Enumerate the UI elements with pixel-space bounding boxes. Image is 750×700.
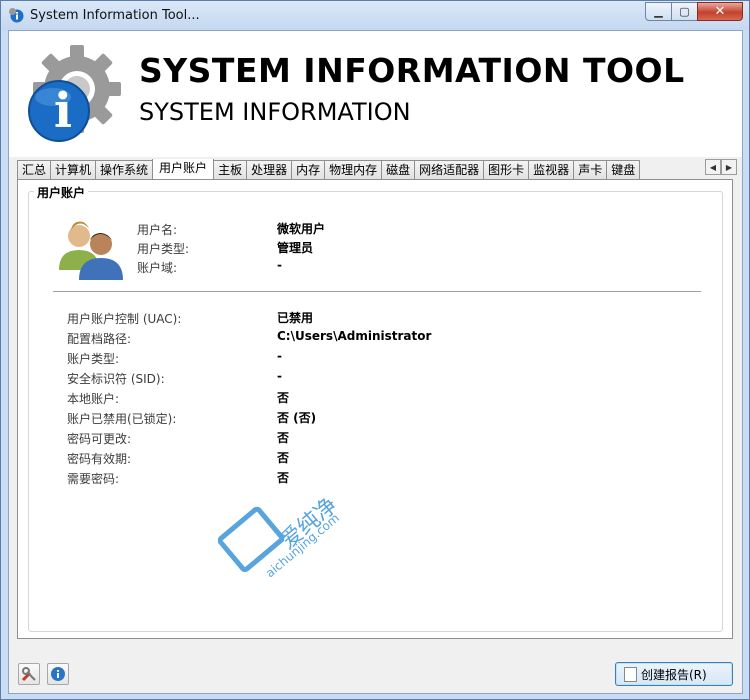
property-value: - bbox=[277, 349, 282, 363]
wrench-screwdriver-icon bbox=[21, 667, 36, 682]
tab-3[interactable]: 用户账户 bbox=[152, 159, 215, 179]
group-title: 用户账户 bbox=[34, 184, 89, 201]
about-button[interactable] bbox=[47, 663, 69, 685]
tab-6[interactable]: 内存 bbox=[291, 160, 326, 179]
property-value: 否 bbox=[277, 391, 290, 405]
tab-12[interactable]: 声卡 bbox=[573, 160, 608, 179]
create-report-button[interactable]: 创建报告(R) bbox=[615, 662, 733, 686]
property-label: 密码可更改: bbox=[67, 432, 132, 446]
tab-11[interactable]: 监视器 bbox=[528, 160, 575, 179]
property-label: 密码有效期: bbox=[67, 452, 132, 466]
tab-strip: 汇总 计算机 操作系统 用户账户 主板 处理器 内存 物理内存 磁盘 网络适配器 图形卡 监视器 声卡键… bbox=[17, 159, 707, 179]
tab-8[interactable]: 磁盘 bbox=[381, 160, 416, 179]
app-subtitle: SYSTEM INFORMATION bbox=[139, 98, 411, 126]
property-label: 需要密码: bbox=[67, 472, 120, 486]
window-title: System Information Tool... bbox=[30, 8, 200, 23]
client-area: i SYSTEM INFORMATION TOOL SYSTEM INFORMA… bbox=[8, 30, 743, 694]
minimize-button[interactable]: ▁ bbox=[645, 2, 672, 21]
property-value: 已禁用 bbox=[277, 311, 314, 325]
property-label: 本地账户: bbox=[67, 392, 120, 406]
property-value: - bbox=[277, 369, 282, 383]
caption-buttons: ▁ ▢ ✕ bbox=[645, 2, 743, 21]
tab-scroll-buttons: ◀ ▶ bbox=[705, 159, 737, 175]
tab-scroll-left-icon[interactable]: ◀ bbox=[705, 159, 721, 175]
tab-0[interactable]: 汇总 bbox=[17, 160, 52, 179]
info-icon bbox=[51, 667, 65, 681]
tab-4[interactable]: 主板 bbox=[213, 160, 248, 179]
tools-button[interactable] bbox=[18, 663, 40, 685]
create-report-label: 创建报告(R) bbox=[641, 667, 707, 682]
app-info-icon bbox=[9, 8, 24, 23]
property-label: 配置档路径: bbox=[67, 332, 132, 346]
property-value: 微软用户 bbox=[277, 222, 326, 236]
app-window: System Information Tool... ▁ ▢ ✕ i SYSTE… bbox=[0, 0, 750, 700]
property-value: C:\Users\Administrator bbox=[277, 329, 432, 343]
app-title: SYSTEM INFORMATION TOOL bbox=[139, 51, 685, 90]
property-label: 用户类型: bbox=[137, 242, 190, 256]
property-label: 账户类型: bbox=[67, 352, 120, 366]
tab-2[interactable]: 操作系统 bbox=[95, 160, 154, 179]
user-account-panel: 用户账户 用户名: 微软用户用户类型: 管理员账户域: - 用户账户控制 (UAC):… bbox=[17, 179, 733, 639]
property-value: - bbox=[277, 258, 282, 272]
property-value: 管理员 bbox=[277, 241, 314, 255]
tab-5[interactable]: 处理器 bbox=[246, 160, 293, 179]
header-banner: i SYSTEM INFORMATION TOOL SYSTEM INFORMA… bbox=[9, 31, 742, 157]
tab-1[interactable]: 计算机 bbox=[50, 160, 97, 179]
logo-glyph: i bbox=[53, 83, 73, 139]
tab-9[interactable]: 网络适配器 bbox=[414, 160, 485, 179]
maximize-button[interactable]: ▢ bbox=[671, 2, 698, 21]
property-label: 账户已禁用(已锁定): bbox=[67, 412, 177, 426]
property-value: 否 bbox=[277, 431, 290, 445]
document-icon bbox=[624, 666, 637, 682]
title-bar[interactable]: System Information Tool... ▁ ▢ ✕ bbox=[1, 1, 749, 30]
close-button[interactable]: ✕ bbox=[697, 2, 743, 21]
tab-13[interactable]: 键盘 bbox=[606, 160, 641, 179]
property-label: 用户名: bbox=[137, 223, 178, 237]
tab-10[interactable]: 图形卡 bbox=[483, 160, 530, 179]
watermark-logo-icon: 爱纯净 aichunjing.com bbox=[218, 493, 342, 580]
property-label: 安全标识符 (SID): bbox=[67, 372, 165, 386]
divider bbox=[53, 291, 701, 292]
tab-scroll-right-icon[interactable]: ▶ bbox=[721, 159, 737, 175]
property-label: 账户域: bbox=[137, 261, 178, 275]
users-icon bbox=[59, 221, 123, 280]
property-value: 否 (否) bbox=[277, 411, 317, 425]
tab-7[interactable]: 物理内存 bbox=[324, 160, 383, 179]
property-label: 用户账户控制 (UAC): bbox=[67, 312, 182, 326]
